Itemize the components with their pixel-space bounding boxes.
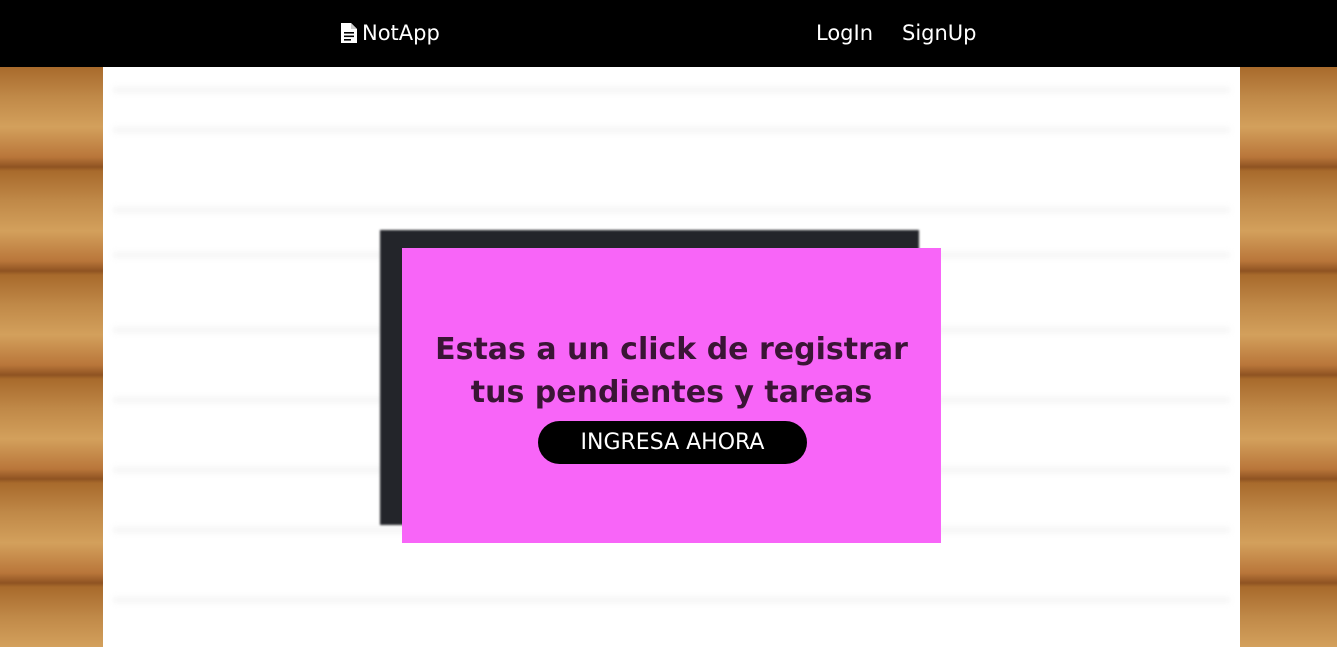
hero-title: Estas a un click de registrar tus pendie… bbox=[435, 332, 908, 410]
brand-link[interactable]: NotApp bbox=[340, 18, 440, 48]
login-link[interactable]: LogIn bbox=[816, 18, 873, 48]
navbar: NotApp LogIn SignUp bbox=[0, 0, 1337, 67]
ingresa-ahora-button[interactable]: INGRESA AHORA bbox=[538, 421, 807, 464]
file-text-icon bbox=[340, 22, 358, 44]
signup-link[interactable]: SignUp bbox=[902, 18, 977, 48]
hero-card: Estas a un click de registrar tus pendie… bbox=[402, 248, 941, 543]
brand-label: NotApp bbox=[362, 21, 440, 45]
